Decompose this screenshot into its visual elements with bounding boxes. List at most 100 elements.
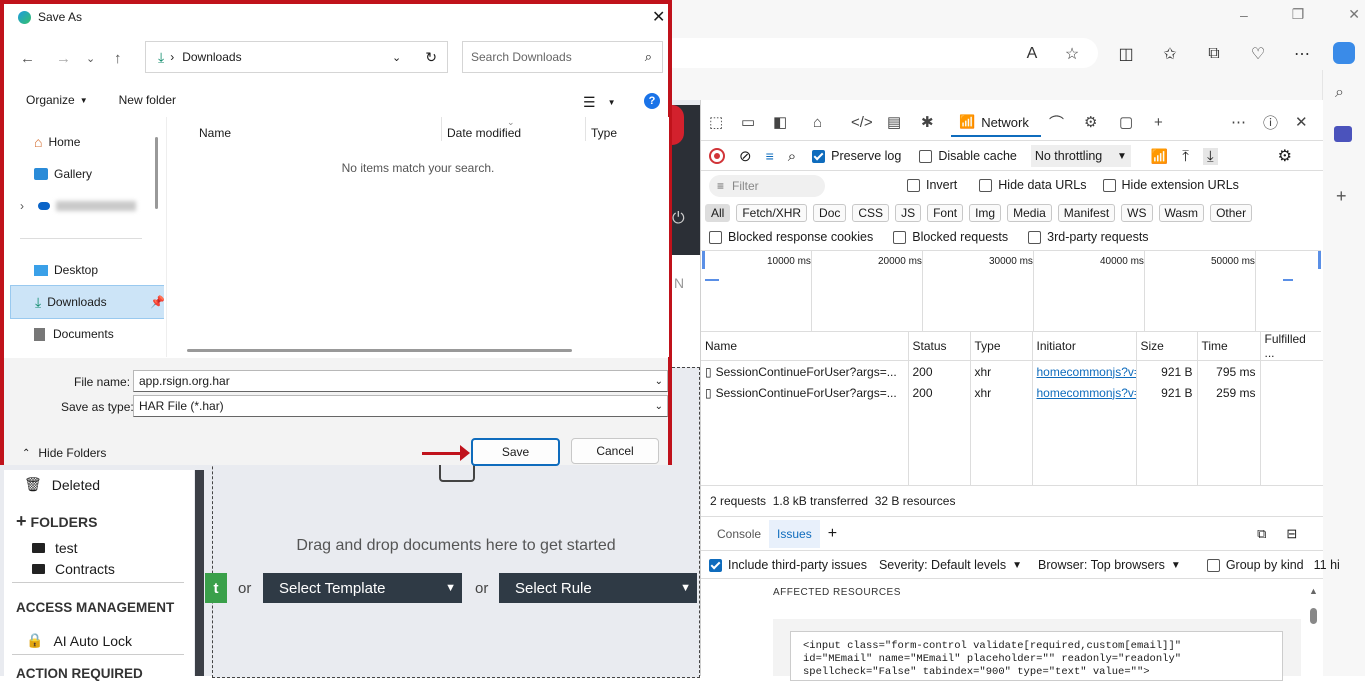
search-icon[interactable]: ⌕: [1335, 84, 1344, 102]
type-filter-js[interactable]: JS: [895, 204, 922, 222]
back-arrow-icon[interactable]: ←: [20, 50, 56, 67]
nav-item-documents[interactable]: Documents 📌: [4, 318, 164, 350]
sources-bug-icon[interactable]: ✱: [921, 113, 943, 131]
nav-item-ai-auto-lock[interactable]: 🔒 AI Auto Lock: [26, 632, 132, 649]
split-screen-icon[interactable]: ◫: [1112, 40, 1140, 68]
performance-icon[interactable]: ⌒: [1049, 112, 1084, 133]
nav-item-home[interactable]: ⌂ Home: [4, 126, 164, 158]
nav-item-downloads[interactable]: ⤓ Downloads 📌: [10, 285, 164, 319]
blocked-cookies-checkbox[interactable]: [709, 230, 722, 244]
horizontal-scrollbar-thumb[interactable]: [187, 349, 572, 352]
type-filter-css[interactable]: CSS: [852, 204, 890, 222]
add-tab-icon[interactable]: +: [1154, 114, 1189, 131]
power-icon[interactable]: ⏻: [672, 210, 688, 232]
request-initiator-link[interactable]: homecommonjs?v=: [1037, 386, 1136, 400]
file-name-input[interactable]: app.rsign.org.har ⌄: [133, 370, 668, 392]
column-header-name[interactable]: Name: [199, 126, 231, 140]
invert-checkbox[interactable]: [907, 178, 920, 192]
help-icon[interactable]: ⓘ: [1263, 112, 1295, 133]
organize-button[interactable]: Organize ▼: [26, 93, 88, 107]
hide-folders-button[interactable]: ⌃ Hide Folders: [22, 446, 106, 460]
column-header-fulfilled[interactable]: Fulfilled ...: [1260, 332, 1323, 361]
search-downloads-input[interactable]: Search Downloads ⌕: [462, 41, 663, 73]
preserve-log-checkbox[interactable]: [812, 149, 826, 163]
browser-select[interactable]: Browser: Top browsers: [1038, 558, 1165, 572]
select-rule-dropdown[interactable]: Select Rule ▼: [499, 573, 697, 603]
favorites-icon[interactable]: ✩: [1156, 40, 1184, 68]
save-as-type-select[interactable]: HAR File (*.har) ⌄: [133, 395, 668, 417]
nav-item-desktop[interactable]: Desktop 📌: [4, 254, 164, 286]
add-drawer-tab-icon[interactable]: +: [828, 525, 837, 543]
drawer-tab-console[interactable]: Console: [701, 527, 769, 541]
nav-scrollbar-thumb[interactable]: [155, 137, 158, 209]
include-third-party-checkbox[interactable]: [709, 558, 722, 572]
request-initiator-link[interactable]: homecommonjs?v=: [1037, 365, 1136, 379]
hide-extension-urls-checkbox[interactable]: [1102, 178, 1116, 192]
nav-item-deleted[interactable]: 🗑 Deleted: [24, 476, 100, 493]
group-by-kind-checkbox[interactable]: [1206, 558, 1220, 572]
memory-icon[interactable]: ⚙: [1084, 113, 1119, 131]
table-row[interactable]: ▯ SessionContinueForUser?args=... 200 xhr…: [701, 382, 1323, 403]
export-har-icon[interactable]: ⤓: [1202, 147, 1218, 165]
read-aloud-icon[interactable]: A: [1018, 40, 1046, 68]
throttling-select[interactable]: No throttling ▼: [1030, 145, 1131, 167]
type-filter-doc[interactable]: Doc: [813, 204, 847, 222]
third-party-checkbox[interactable]: [1028, 230, 1042, 244]
import-har-icon[interactable]: ⤒: [1182, 148, 1189, 165]
breadcrumb[interactable]: ⤓ › Downloads ⌄ ↻: [145, 41, 448, 73]
favorite-star-icon[interactable]: ☆: [1058, 40, 1086, 68]
close-window-icon[interactable]: ✕: [1348, 6, 1360, 23]
type-filter-ws[interactable]: WS: [1121, 204, 1153, 222]
select-template-dropdown[interactable]: Select Template ▼: [263, 573, 462, 603]
type-filter-fetch-xhr[interactable]: Fetch/XHR: [736, 204, 808, 222]
type-filter-font[interactable]: Font: [927, 204, 964, 222]
chevron-down-icon[interactable]: ⌄: [655, 376, 663, 387]
minimize-icon[interactable]: –: [1240, 7, 1248, 23]
forward-arrow-icon[interactable]: →: [56, 50, 86, 67]
type-filter-wasm[interactable]: Wasm: [1158, 204, 1205, 222]
up-arrow-icon[interactable]: ↑: [114, 50, 138, 67]
disable-cache-checkbox[interactable]: [919, 149, 933, 163]
column-header-size[interactable]: Size: [1136, 332, 1198, 361]
nav-item-gallery[interactable]: Gallery: [4, 158, 164, 190]
type-filter-manifest[interactable]: Manifest: [1057, 204, 1116, 222]
column-header-time[interactable]: Time: [1197, 332, 1261, 361]
clear-icon[interactable]: ⊘: [739, 147, 752, 165]
upload-button[interactable]: t: [205, 573, 227, 603]
device-toolbar-icon[interactable]: ▭: [741, 113, 773, 131]
drawer-tab-issues[interactable]: Issues: [769, 520, 820, 548]
blocked-requests-checkbox[interactable]: [893, 230, 907, 244]
type-filter-other[interactable]: Other: [1210, 204, 1253, 222]
filter-toggle-icon[interactable]: ≡: [766, 148, 774, 164]
collections-icon[interactable]: ⧉: [1200, 40, 1228, 68]
column-header-initiator[interactable]: Initiator: [1032, 332, 1137, 361]
timeline-handle-right[interactable]: [1318, 251, 1321, 269]
new-folder-button[interactable]: New folder: [119, 93, 176, 107]
type-filter-all[interactable]: All: [705, 204, 731, 222]
folder-item[interactable]: test: [32, 540, 78, 556]
more-tools-icon[interactable]: ⋯: [1231, 113, 1263, 131]
close-drawer-icon[interactable]: ⊟: [1286, 526, 1297, 542]
type-filter-img[interactable]: Img: [969, 204, 1002, 222]
console-icon[interactable]: ▤: [887, 113, 921, 131]
nav-item-onedrive[interactable]: ›: [20, 190, 136, 222]
chevron-down-icon[interactable]: ▼: [608, 98, 616, 107]
help-icon[interactable]: ?: [644, 93, 660, 109]
inspect-icon[interactable]: ⬚: [709, 113, 741, 131]
timeline-handle-left[interactable]: [702, 251, 705, 269]
dock-drawer-icon[interactable]: ⧉: [1257, 526, 1266, 542]
hide-data-urls-checkbox[interactable]: [979, 178, 993, 192]
breadcrumb-downloads[interactable]: Downloads: [182, 50, 392, 64]
application-icon[interactable]: ▢: [1119, 113, 1154, 131]
severity-select[interactable]: Severity: Default levels: [879, 558, 1006, 572]
chevron-down-icon[interactable]: ⌄: [392, 51, 401, 64]
view-list-icon[interactable]: ☰: [583, 94, 596, 111]
restore-icon[interactable]: ❐: [1292, 6, 1305, 23]
column-header-status[interactable]: Status: [908, 332, 971, 361]
timeline-overview[interactable]: 10000 ms 20000 ms 30000 ms 40000 ms 5000…: [701, 250, 1321, 332]
more-icon[interactable]: ⋯: [1288, 40, 1316, 68]
copilot-icon[interactable]: [1333, 42, 1355, 64]
cancel-button[interactable]: Cancel: [571, 438, 659, 464]
column-header-type[interactable]: Type: [970, 332, 1033, 361]
settings-gear-icon[interactable]: ⚙: [1278, 146, 1292, 166]
